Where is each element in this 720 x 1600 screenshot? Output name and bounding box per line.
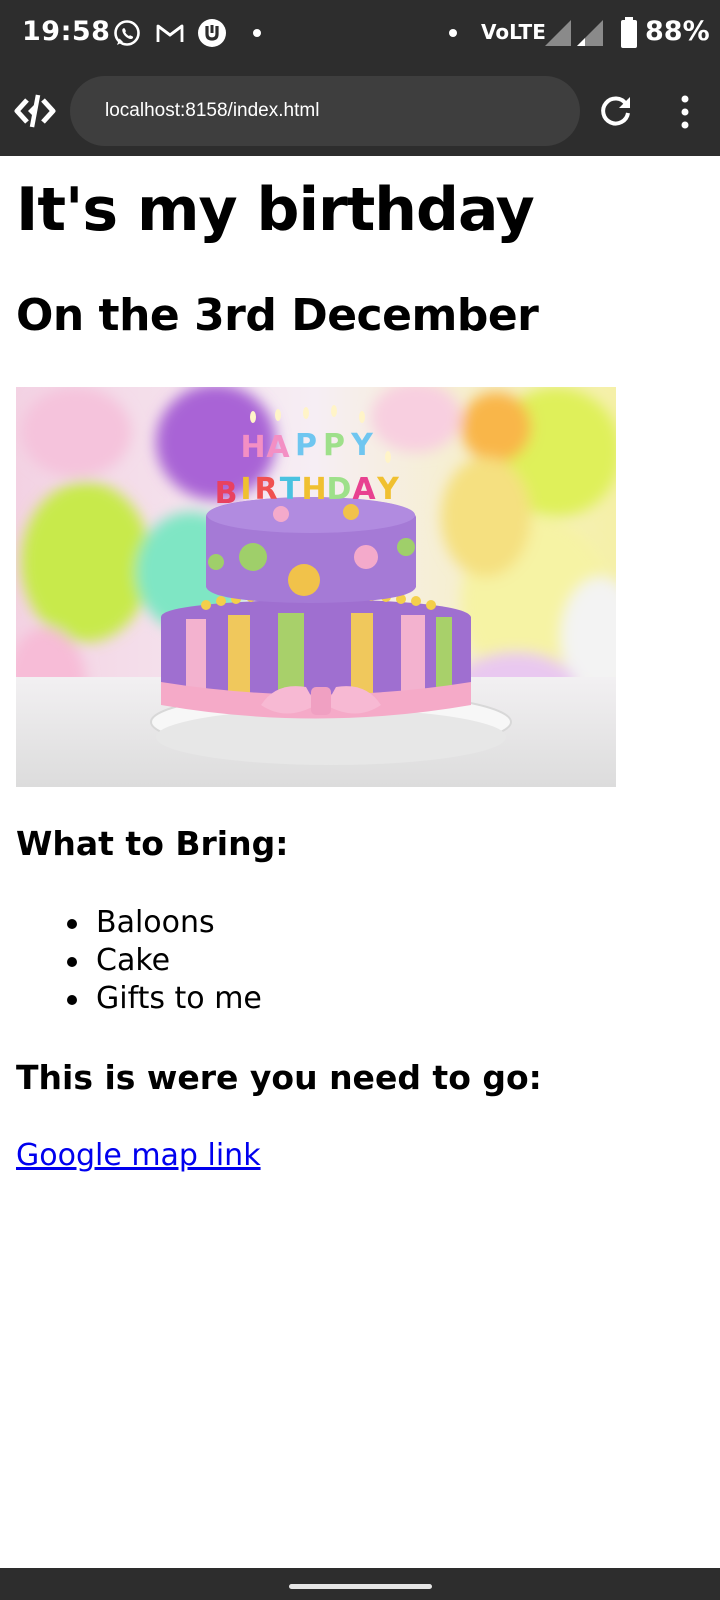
svg-text:T: T [280, 472, 301, 507]
page-subtitle: On the 3rd December [16, 290, 539, 341]
svg-text:H: H [240, 430, 265, 465]
svg-text:H: H [301, 472, 326, 507]
bring-list: Baloons Cake Gifts to me [16, 904, 262, 1018]
battery-icon [621, 17, 637, 48]
clock: 19:58 [22, 16, 111, 47]
svg-text:Y: Y [376, 472, 400, 507]
svg-text:Y: Y [350, 428, 374, 463]
signal-icon [545, 20, 571, 46]
battery-percent: 88% [645, 16, 710, 47]
bullet [67, 957, 77, 967]
overflow-menu-icon[interactable] [675, 95, 695, 129]
svg-text:A: A [266, 430, 290, 465]
reload-icon[interactable] [597, 93, 633, 129]
birthday-cake-image: H A P P Y B I R T H D A Y [16, 387, 616, 787]
whatsapp-icon [114, 20, 140, 46]
gmail-icon [156, 24, 184, 42]
url-text[interactable]: localhost:8158/index.html [105, 100, 319, 122]
list-item-label: Baloons [96, 905, 215, 940]
indicator-dot [449, 29, 457, 37]
svg-text:I: I [240, 472, 251, 507]
svg-text:P: P [323, 428, 345, 463]
browser-toolbar: localhost:8158/index.html [0, 66, 720, 156]
svg-text:B: B [215, 476, 238, 511]
volte-label: VoLTE [481, 20, 546, 44]
list-item-label: Cake [96, 943, 171, 978]
svg-text:A: A [352, 472, 376, 507]
bullet [67, 995, 77, 1005]
app-u-icon [198, 19, 226, 47]
svg-text:R: R [254, 472, 277, 507]
list-item: Cake [16, 942, 262, 980]
gesture-handle[interactable] [289, 1584, 432, 1589]
bullet [67, 919, 77, 929]
page-title: It's my birthday [16, 175, 535, 245]
list-item-label: Gifts to me [96, 981, 262, 1016]
google-map-link[interactable]: Google map link [16, 1138, 261, 1173]
status-bar: 19:58 VoLTE 88% [0, 0, 720, 66]
address-bar[interactable]: localhost:8158/index.html [70, 76, 580, 146]
svg-text:P: P [295, 428, 317, 463]
browser-logo-icon[interactable] [14, 92, 56, 130]
svg-text:D: D [327, 472, 352, 507]
list-item: Baloons [16, 904, 262, 942]
list-item: Gifts to me [16, 980, 262, 1018]
directions-heading: This is were you need to go: [16, 1058, 542, 1097]
what-to-bring-heading: What to Bring: [16, 824, 289, 863]
signal-icon-2 [577, 20, 603, 46]
navigation-bar [0, 1568, 720, 1600]
notification-dot [253, 29, 261, 37]
